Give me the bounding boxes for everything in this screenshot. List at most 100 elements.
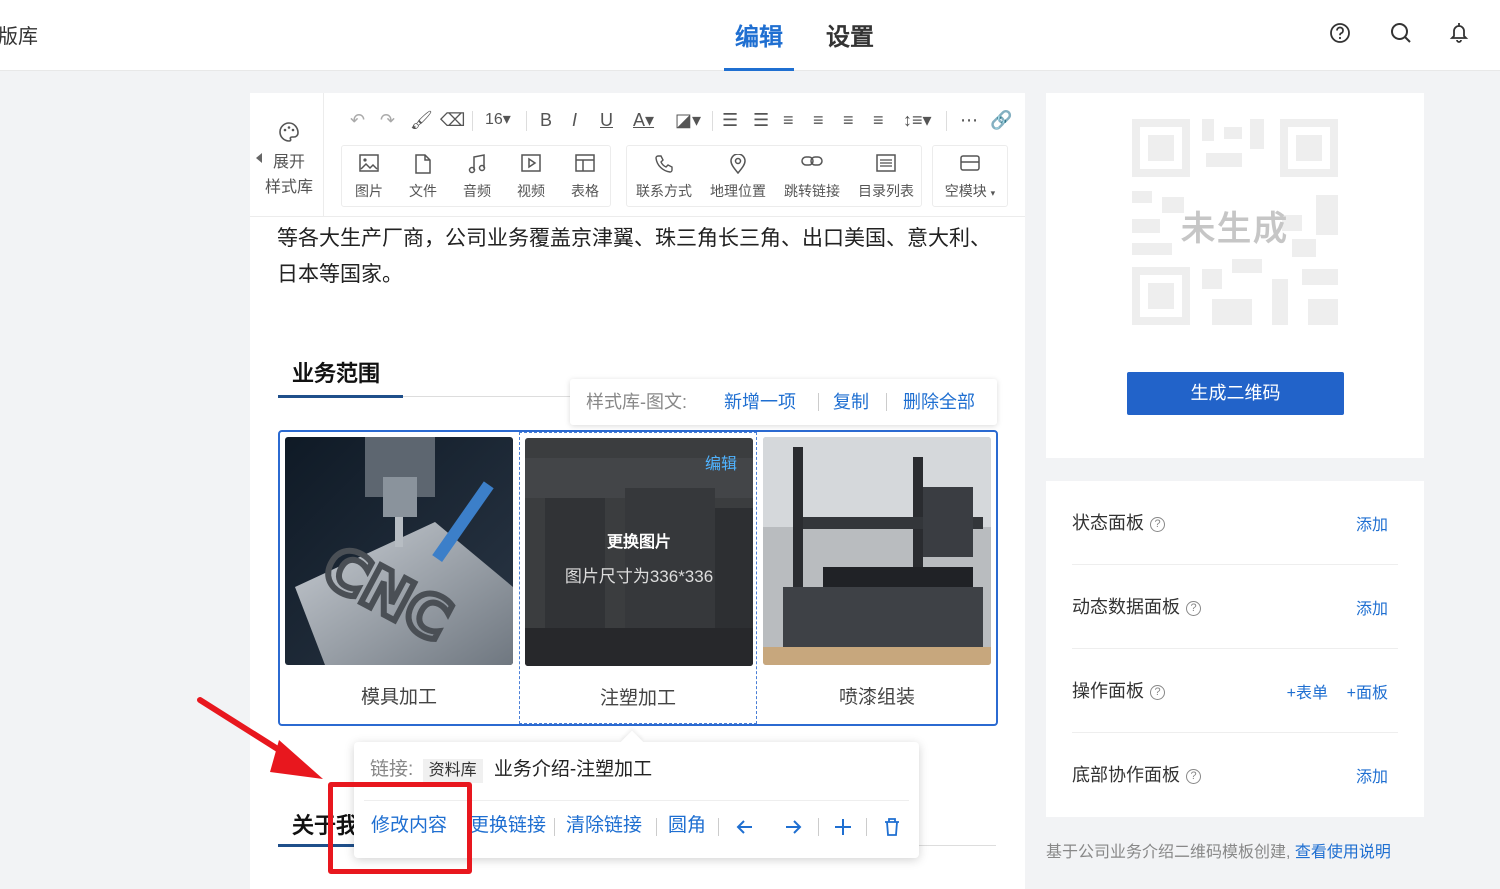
italic-icon[interactable]: I xyxy=(572,107,577,133)
insert-catalog-button[interactable]: 目录列表 xyxy=(849,146,923,206)
usage-guide-link[interactable]: 查看使用说明 xyxy=(1295,844,1391,861)
link-target[interactable]: 业务介绍-注塑加工 xyxy=(494,759,652,780)
generate-qr-button[interactable]: 生成二维码 xyxy=(1127,372,1344,415)
gallery-item[interactable]: CNC 模具加工 xyxy=(280,432,518,724)
add-status-panel-button[interactable]: 添加 xyxy=(1356,511,1388,535)
question-icon[interactable]: ? xyxy=(1186,601,1201,616)
insert-video-button[interactable]: 视频 xyxy=(504,146,558,206)
unordered-list-icon[interactable]: ☰ xyxy=(753,107,769,133)
top-header: 版库 编辑 设置 xyxy=(0,0,1500,71)
link-source-tag: 资料库 xyxy=(422,759,483,783)
music-icon xyxy=(468,154,486,174)
section-title-business-scope[interactable]: 业务范围 xyxy=(292,356,380,388)
hyperlink-icon[interactable]: 🔗 xyxy=(990,107,1012,133)
gallery-image-injection[interactable]: 编辑 更换图片 图片尺寸为336*336 xyxy=(525,438,753,666)
image-text-gallery: CNC 模具加工 编辑 更换图片 图片尺寸为336*336 注塑加工 喷漆组装 xyxy=(278,430,998,726)
gallery-image-cnc[interactable]: CNC xyxy=(285,437,513,665)
format-painter-icon[interactable]: 🖌 xyxy=(410,107,433,133)
font-size-value: 16 xyxy=(485,111,503,128)
font-color-icon[interactable]: A▾ xyxy=(633,107,654,133)
move-left-icon[interactable] xyxy=(734,816,756,838)
editor-panel: 展开 样式库 ↶ ↷ 🖌 ⌫ 16▾ B I U A▾ ◪▾ ☰ ☰ ≡ ≡ ≡… xyxy=(250,93,1025,889)
insert-empty-block-button[interactable]: 空模块 ▾ xyxy=(933,146,1007,206)
gallery-item[interactable]: 喷漆组装 xyxy=(758,432,996,724)
question-icon[interactable]: ? xyxy=(1150,517,1165,532)
edit-image-button[interactable]: 编辑 xyxy=(705,450,737,474)
replace-link-button[interactable]: 更换链接 xyxy=(470,813,546,839)
editor-toolbar: 展开 样式库 ↶ ↷ 🖌 ⌫ 16▾ B I U A▾ ◪▾ ☰ ☰ ≡ ≡ ≡… xyxy=(250,93,1025,217)
add-bottom-panel-button[interactable]: 添加 xyxy=(1356,763,1388,787)
bold-icon[interactable]: B xyxy=(540,107,552,133)
insert-contact-button[interactable]: 联系方式 xyxy=(627,146,701,206)
gallery-caption: 注塑加工 xyxy=(599,688,676,709)
search-icon[interactable] xyxy=(1388,20,1414,46)
align-center-icon[interactable]: ≡ xyxy=(813,107,824,133)
question-icon[interactable]: ? xyxy=(1186,769,1201,784)
style-library-toggle[interactable]: 展开 样式库 xyxy=(250,93,324,217)
insert-location-button[interactable]: 地理位置 xyxy=(701,146,775,206)
undo-icon[interactable]: ↶ xyxy=(350,107,365,133)
eraser-icon[interactable]: ⌫ xyxy=(440,107,465,133)
trash-icon[interactable] xyxy=(881,816,903,838)
location-icon xyxy=(730,154,746,174)
highlight-box xyxy=(328,782,472,874)
replace-image-button[interactable]: 更换图片 xyxy=(525,528,753,552)
bell-icon[interactable] xyxy=(1446,20,1472,46)
brand-title: 版库 xyxy=(0,26,38,48)
list-icon xyxy=(876,154,896,172)
intro-paragraph[interactable]: 等各大生产厂商，公司业务覆盖京津翼、珠三角长三角、出口美国、意大利、日本等国家。 xyxy=(277,221,997,293)
add-item-button[interactable]: 新增一项 xyxy=(724,379,796,425)
style-library-line2: 样式库 xyxy=(264,179,313,196)
panel-settings-list: 状态面板? 添加 动态数据面板? 添加 操作面板? +表单 +面板 底部协作面板… xyxy=(1046,481,1424,817)
table-icon xyxy=(575,154,595,172)
align-justify-icon[interactable]: ≡ xyxy=(873,107,884,133)
insert-jump-link-button[interactable]: 跳转链接 xyxy=(775,146,849,206)
gallery-image-assembly[interactable] xyxy=(763,437,991,665)
highlight-icon[interactable]: ◪▾ xyxy=(675,107,701,133)
add-form-button[interactable]: +表单 xyxy=(1287,679,1328,703)
underline-icon[interactable]: U xyxy=(600,107,613,133)
palette-icon xyxy=(279,122,299,142)
cnc-photo: CNC xyxy=(285,437,513,665)
insert-file-button[interactable]: 文件 xyxy=(396,146,450,206)
clear-link-button[interactable]: 清除链接 xyxy=(566,813,642,839)
font-size-select[interactable]: 16▾ xyxy=(485,107,511,133)
line-height-icon[interactable]: ↕≡▾ xyxy=(903,107,932,133)
question-icon[interactable]: ? xyxy=(1150,685,1165,700)
move-right-icon[interactable] xyxy=(782,816,804,838)
style-bar-label: 样式库-图文: xyxy=(586,392,687,412)
video-icon xyxy=(521,154,541,172)
copy-button[interactable]: 复制 xyxy=(833,379,869,425)
panel-row-operation: 操作面板? +表单 +面板 xyxy=(1072,649,1398,733)
help-icon[interactable] xyxy=(1327,20,1353,46)
align-left-icon[interactable]: ≡ xyxy=(783,107,794,133)
ordered-list-icon[interactable]: ☰ xyxy=(722,107,738,133)
link-icon xyxy=(801,156,823,166)
phone-icon xyxy=(655,155,673,173)
divider-icon[interactable]: ⋯ xyxy=(960,107,978,133)
image-icon xyxy=(359,154,379,172)
block-icon xyxy=(960,155,980,171)
rounded-corner-button[interactable]: 圆角 xyxy=(668,813,706,839)
add-operation-panel-button[interactable]: +面板 xyxy=(1347,679,1388,703)
align-right-icon[interactable]: ≡ xyxy=(843,107,854,133)
add-icon[interactable] xyxy=(832,816,854,838)
printer-photo xyxy=(763,437,991,665)
dropdown-caret-icon: ▾ xyxy=(990,188,996,198)
style-library-bar: 样式库-图文: 新增一项 复制 删除全部 xyxy=(570,379,997,425)
qr-code-panel: 未生成 生成二维码 xyxy=(1046,93,1424,458)
image-edit-overlay[interactable]: 编辑 更换图片 图片尺寸为336*336 xyxy=(525,438,753,666)
gallery-item-selected[interactable]: 编辑 更换图片 图片尺寸为336*336 注塑加工 xyxy=(519,432,757,724)
redo-icon[interactable]: ↷ xyxy=(380,107,395,133)
insert-table-button[interactable]: 表格 xyxy=(558,146,612,206)
delete-all-button[interactable]: 删除全部 xyxy=(903,379,975,425)
add-dynamic-panel-button[interactable]: 添加 xyxy=(1356,595,1388,619)
panel-row-bottom-collab: 底部协作面板? 添加 xyxy=(1072,733,1398,817)
panel-row-dynamic-data: 动态数据面板? 添加 xyxy=(1072,565,1398,649)
insert-audio-button[interactable]: 音频 xyxy=(450,146,504,206)
insert-widget-group: 联系方式 地理位置 跳转链接 目录列表 xyxy=(626,145,922,207)
tab-settings[interactable]: 设置 xyxy=(826,17,874,71)
section-underline xyxy=(278,395,403,398)
tab-edit[interactable]: 编辑 xyxy=(724,17,794,71)
insert-image-button[interactable]: 图片 xyxy=(342,146,396,206)
